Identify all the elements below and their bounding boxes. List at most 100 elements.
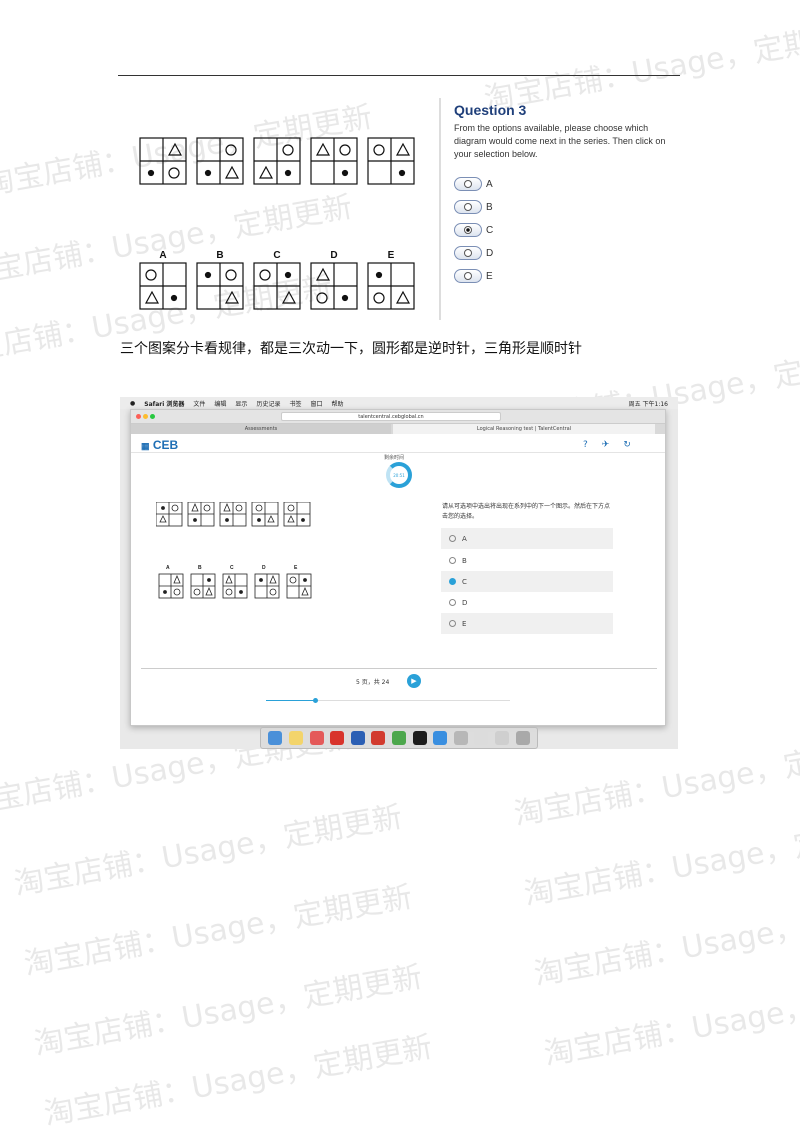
zoom-dot-icon[interactable] [150, 414, 155, 419]
menu-item[interactable]: 帮助 [331, 399, 343, 408]
chrome-icon[interactable] [391, 731, 406, 745]
tab-bar: Assessments Logical Reasoning test | Tal… [131, 424, 665, 434]
radio-icon [449, 557, 456, 564]
watermark: 淘宝店铺：Usage，定期更新 [541, 969, 800, 1073]
progress-fill [266, 700, 315, 701]
question-title: Question 3 [454, 102, 527, 118]
radio-button[interactable] [454, 177, 482, 191]
play-icon: ▶ [411, 677, 417, 685]
tab-logical-reasoning[interactable]: Logical Reasoning test | TalentCentral [393, 424, 655, 434]
progress-knob [312, 698, 318, 703]
watermark: 淘宝店铺：Usage，定期更新 [481, 14, 800, 118]
minimize-dot-icon[interactable] [143, 414, 148, 419]
option-label: E [462, 619, 467, 628]
header-icons: ? ✈ ↻ [583, 440, 631, 450]
accessibility-icon[interactable]: ✈ [602, 440, 610, 450]
app-icon[interactable] [453, 731, 468, 745]
tab-assessments[interactable]: Assessments [131, 424, 391, 434]
divider [439, 98, 441, 320]
browser-toolbar: talentcentral.cebglobal.cn [131, 410, 665, 424]
option-b[interactable]: B [454, 200, 493, 214]
radio-button[interactable] [454, 200, 482, 214]
mac-dock [260, 727, 538, 749]
menu-item[interactable]: 显示 [235, 399, 247, 408]
screen-option-a[interactable]: A [441, 528, 613, 549]
menu-item[interactable]: 编辑 [214, 399, 226, 408]
option-label: D [486, 247, 494, 259]
notes-icon[interactable] [288, 731, 303, 745]
mini-letter: E [294, 565, 298, 571]
screen-option-b[interactable]: B [441, 550, 613, 571]
browser-window: talentcentral.cebglobal.cn Assessments L… [130, 409, 666, 726]
option-a[interactable]: A [454, 177, 493, 191]
mac-menubar: ● Safari 浏览器 文件 编辑 显示 历史记录 书签 窗口 帮助 周五 下… [120, 397, 678, 409]
option-label: E [486, 270, 493, 282]
radio-icon [449, 599, 456, 606]
radio-icon [449, 535, 456, 542]
option-label: A [486, 178, 493, 190]
menu-item[interactable]: Safari 浏览器 [144, 399, 184, 408]
screen-option-e[interactable]: E [441, 613, 613, 634]
radio-button[interactable] [454, 246, 482, 260]
answer-letter: B [216, 250, 224, 261]
screen-option-c[interactable]: C [441, 571, 613, 592]
radio-selected-icon [449, 578, 456, 585]
word-icon[interactable] [350, 731, 365, 745]
mini-sequence-figure [156, 502, 312, 599]
file-icon[interactable] [495, 731, 509, 745]
menu-item[interactable]: 文件 [193, 399, 205, 408]
explanation-caption: 三个图案分卡看规律，都是三次动一下，圆形都是逆时针，三角形是顺时针 [120, 341, 582, 357]
exit-icon[interactable]: ↻ [623, 440, 631, 450]
mini-letter: A [166, 565, 170, 571]
safari-icon[interactable] [433, 731, 448, 745]
header-divider [131, 452, 665, 453]
file-icon[interactable] [474, 731, 489, 745]
address-bar[interactable]: talentcentral.cebglobal.cn [281, 412, 501, 421]
answer-letter: E [387, 250, 395, 261]
menu-item[interactable]: 窗口 [310, 399, 322, 408]
menu-item[interactable]: 书签 [289, 399, 301, 408]
option-e[interactable]: E [454, 269, 493, 283]
trash-icon[interactable] [515, 731, 530, 745]
embedded-screenshot: ● Safari 浏览器 文件 编辑 显示 历史记录 书签 窗口 帮助 周五 下… [120, 397, 678, 749]
menu-item[interactable]: 历史记录 [256, 399, 280, 408]
radio-button[interactable] [454, 269, 482, 283]
mini-letter: B [198, 565, 202, 571]
calendar-icon[interactable] [309, 731, 324, 745]
app-icon[interactable] [330, 731, 345, 745]
apple-icon: ● [130, 399, 136, 407]
option-label: A [462, 534, 467, 543]
answer-letter: A [159, 250, 167, 261]
radio-button-selected[interactable] [454, 223, 482, 237]
finder-icon[interactable] [268, 731, 283, 745]
option-label: C [486, 224, 494, 236]
watermark: 淘宝店铺：Usage，定期更新 [11, 799, 405, 903]
top-rule [118, 75, 680, 76]
question-instructions: From the options available, please choos… [454, 123, 666, 159]
ceb-logo: ▦ CEB [141, 438, 179, 452]
answer-letter: D [330, 250, 338, 261]
help-icon[interactable]: ? [583, 440, 588, 450]
next-button[interactable]: ▶ [407, 674, 421, 688]
option-label: B [462, 556, 467, 565]
option-c[interactable]: C [454, 223, 493, 237]
option-d[interactable]: D [454, 246, 493, 260]
option-label: B [486, 201, 493, 213]
option-label: C [462, 577, 467, 586]
answer-letter: C [273, 250, 281, 261]
radio-icon [449, 620, 456, 627]
watermark: 淘宝店铺：Usage，定期更新 [21, 879, 415, 983]
clock: 周五 下午1:16 [628, 400, 668, 408]
building-icon: ▦ [141, 441, 150, 451]
watermark: 淘宝店铺：Usage，定期更新 [521, 809, 800, 913]
timer-value: 20:51 [393, 472, 405, 478]
sequence-figure [139, 137, 415, 310]
timer-label: 剩余时间 [383, 455, 404, 461]
terminal-icon[interactable] [412, 731, 427, 745]
watermark: 淘宝店铺：Usage，定期更新 [41, 1029, 435, 1132]
close-dot-icon[interactable] [136, 414, 141, 419]
screen-option-d[interactable]: D [441, 592, 613, 613]
app-icon[interactable] [371, 731, 386, 745]
timer-ring: 20:51 [386, 462, 412, 488]
screen-question-text: 请从可选项中选出将出现在系列中的下一个图示。然后在下方点击您的选择。 [442, 503, 611, 520]
